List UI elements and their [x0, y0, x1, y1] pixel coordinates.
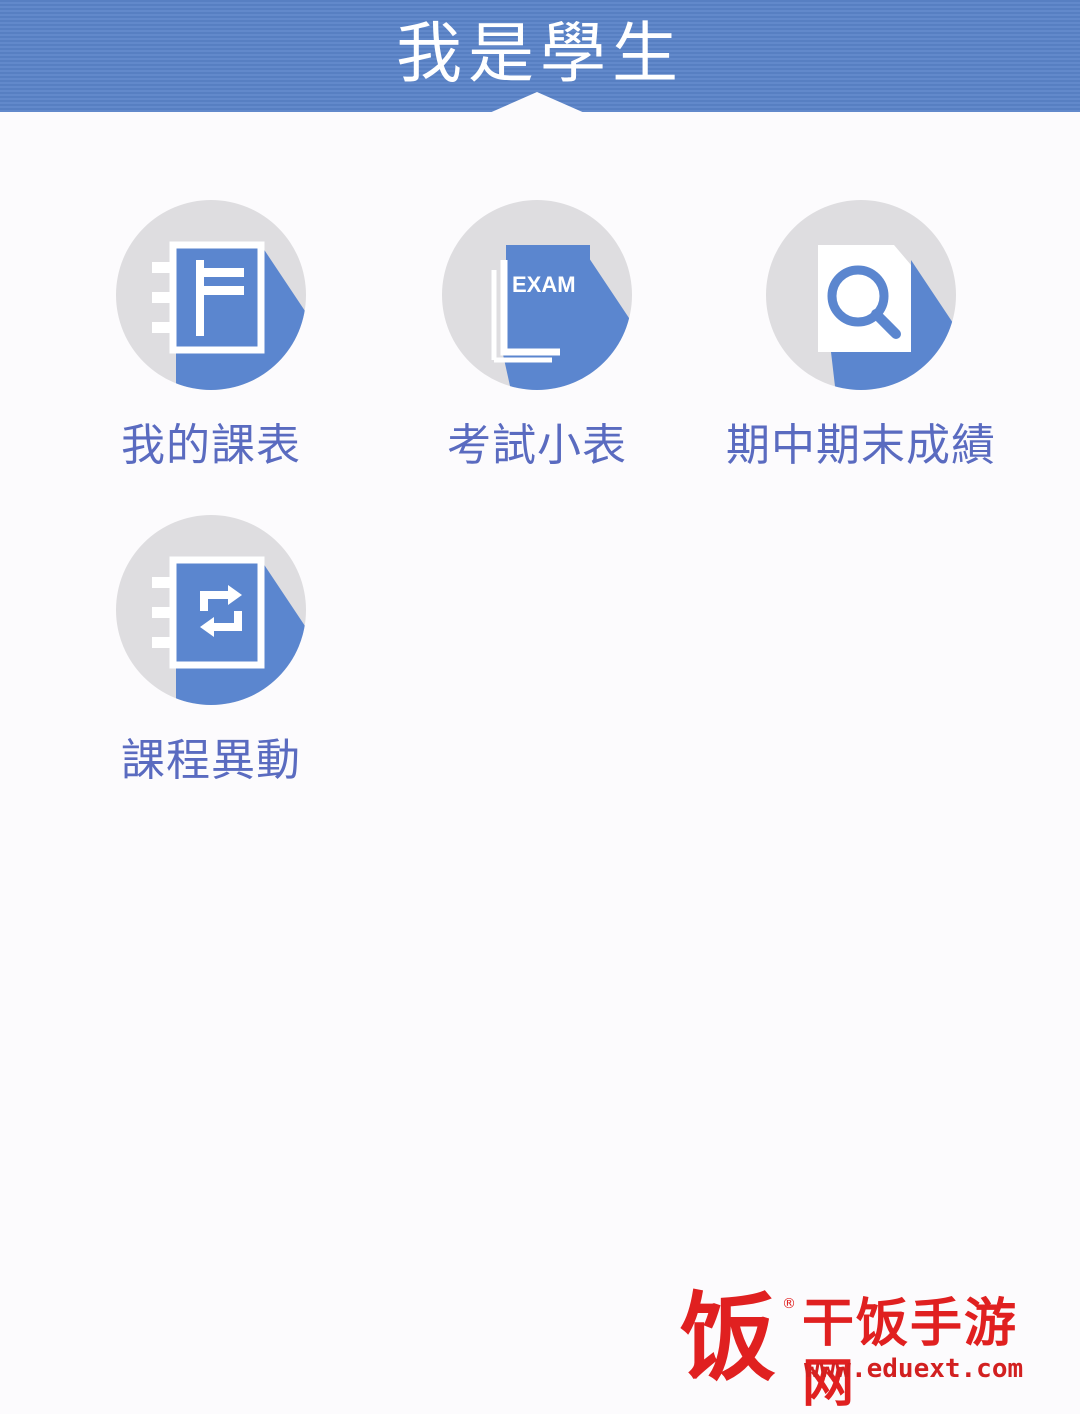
search-document-icon [766, 200, 956, 390]
watermark-logo: 饭 [680, 1281, 776, 1394]
menu-item-label: 課程異動 [121, 735, 301, 786]
registered-mark: ® [782, 1296, 796, 1312]
exam-paper-icon: EXAM [442, 200, 632, 390]
menu-item-exam-schedule[interactable]: EXAM 考試小表 [382, 200, 682, 500]
menu-item-label: 期中期末成績 [726, 420, 996, 471]
watermark-url: www.eduext.com [804, 1354, 1024, 1384]
schedule-change-icon [116, 515, 306, 705]
menu-item-course-changes[interactable]: 課程異動 [56, 515, 356, 815]
menu-item-my-timetable[interactable]: 我的課表 [56, 200, 356, 500]
site-watermark: 饭 ® 干饭手游网 www.eduext.com [680, 1281, 1070, 1414]
page-title: 我是學生 [396, 15, 684, 92]
header-pointer [487, 92, 587, 114]
page-header: 我是學生 [0, 0, 1080, 114]
menu-item-label: 考試小表 [447, 420, 627, 471]
menu-item-label: 我的課表 [121, 420, 301, 471]
notebook-icon [116, 200, 306, 390]
exam-label: EXAM [512, 272, 576, 297]
menu-item-midterm-final-grades[interactable]: 期中期末成績 [706, 200, 1006, 500]
